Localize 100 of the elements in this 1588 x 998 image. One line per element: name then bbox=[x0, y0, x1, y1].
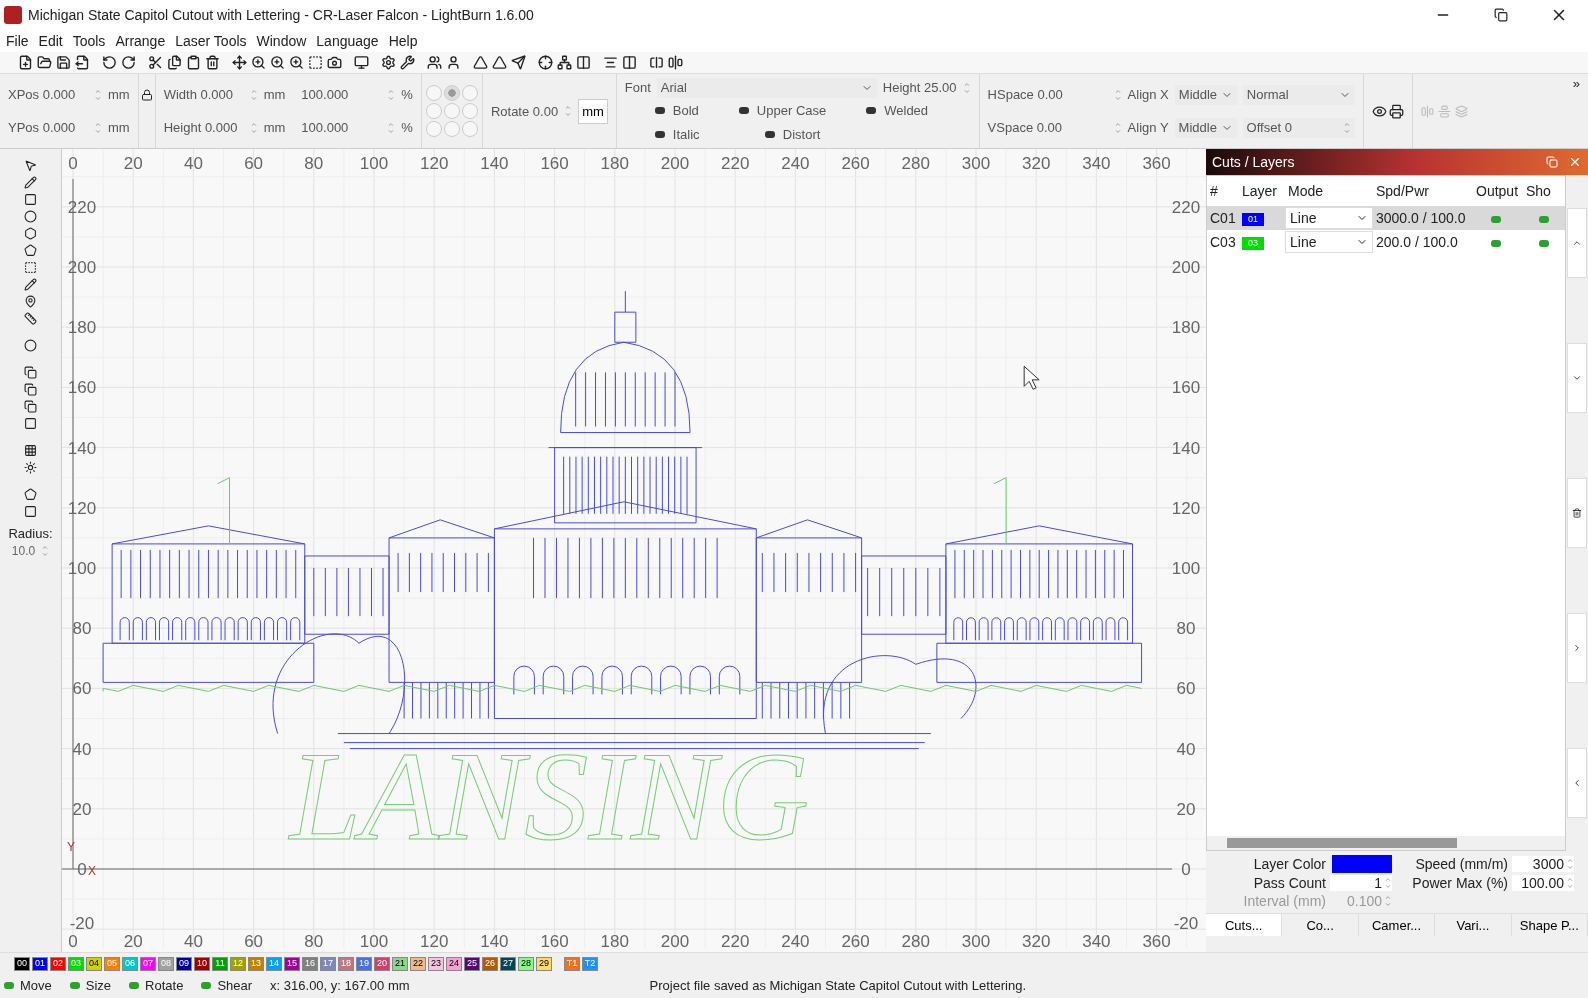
menu-item[interactable]: Language bbox=[312, 33, 385, 49]
users-icon[interactable] bbox=[427, 54, 443, 71]
open-folder-icon[interactable] bbox=[37, 54, 53, 71]
palette-swatch[interactable]: 21 bbox=[392, 956, 408, 971]
palette-swatch[interactable]: 15 bbox=[284, 956, 300, 971]
triangle-icon[interactable] bbox=[473, 54, 489, 71]
more-button[interactable]: » bbox=[1564, 74, 1588, 148]
move-icon[interactable] bbox=[232, 54, 248, 71]
pass-count-field[interactable]: 1 bbox=[1330, 875, 1392, 891]
column-header[interactable]: Mode bbox=[1285, 183, 1373, 199]
user-icon[interactable] bbox=[446, 54, 462, 71]
palette-swatch[interactable]: 02 bbox=[50, 956, 66, 971]
palette-swatch[interactable]: 09 bbox=[176, 956, 192, 971]
align-columns-icon[interactable] bbox=[622, 54, 638, 71]
toggle-switch[interactable] bbox=[738, 107, 749, 115]
lock-icon[interactable] bbox=[140, 88, 153, 101]
mode-toggle-icon[interactable] bbox=[201, 982, 212, 989]
menu-item[interactable]: Tools bbox=[68, 33, 112, 49]
palette-swatch[interactable]: 27 bbox=[500, 956, 516, 971]
column-header[interactable]: # bbox=[1207, 183, 1239, 199]
status-mode-label[interactable]: Size bbox=[85, 978, 112, 993]
camera-icon[interactable] bbox=[327, 54, 343, 71]
column-header[interactable]: Layer bbox=[1239, 183, 1285, 199]
offset-field[interactable]: Offset 0 bbox=[1242, 117, 1355, 138]
mode-dropdown[interactable]: Line bbox=[1285, 231, 1373, 253]
ruler-icon[interactable] bbox=[23, 312, 38, 326]
distribute-icon[interactable] bbox=[649, 54, 665, 71]
mode-dropdown[interactable]: Line bbox=[1285, 207, 1373, 229]
wrench-icon[interactable] bbox=[400, 54, 416, 71]
layer-color-swatch[interactable] bbox=[1332, 855, 1392, 873]
palette-swatch[interactable]: 00 bbox=[14, 956, 30, 971]
printer-icon[interactable] bbox=[1388, 103, 1404, 119]
selection-frame-icon[interactable] bbox=[308, 54, 324, 71]
zoom-icon[interactable] bbox=[270, 54, 286, 71]
mode-toggle-icon[interactable] bbox=[69, 982, 80, 989]
palette-swatch[interactable]: 28 bbox=[518, 956, 534, 971]
mode-toggle-icon[interactable] bbox=[129, 982, 140, 989]
speed-field[interactable]: 3000 bbox=[1512, 856, 1574, 872]
menu-item[interactable]: Window bbox=[252, 33, 313, 49]
status-mode-label[interactable]: Rotate bbox=[145, 978, 184, 993]
font-dropdown[interactable]: Arial bbox=[656, 77, 877, 98]
palette-swatch[interactable]: 22 bbox=[410, 956, 426, 971]
palette-swatch[interactable]: 01 bbox=[32, 956, 48, 971]
frame-icon[interactable] bbox=[23, 261, 38, 275]
columns-icon[interactable] bbox=[576, 54, 592, 71]
redo-icon[interactable] bbox=[121, 54, 137, 71]
horizontal-scrollbar[interactable] bbox=[1207, 836, 1565, 850]
output-toggle[interactable] bbox=[1491, 239, 1501, 247]
float-panel-icon[interactable] bbox=[1546, 156, 1558, 168]
column-header[interactable]: Spd/Pwr bbox=[1373, 183, 1473, 199]
pentagon-icon[interactable] bbox=[23, 244, 38, 258]
toggle-switch[interactable] bbox=[764, 130, 775, 138]
menu-item[interactable]: Arrange bbox=[111, 33, 172, 49]
palette-swatch[interactable]: 25 bbox=[464, 956, 480, 971]
align-icon[interactable] bbox=[603, 54, 619, 71]
export-icon[interactable] bbox=[75, 54, 91, 71]
align-x-dropdown[interactable]: Middle bbox=[1174, 84, 1237, 105]
map-pin-icon[interactable] bbox=[23, 295, 38, 309]
show-toggle[interactable] bbox=[1539, 215, 1549, 223]
palette-swatch[interactable]: 24 bbox=[446, 956, 462, 971]
spacing-icon[interactable] bbox=[668, 54, 684, 71]
settings-icon[interactable] bbox=[381, 54, 397, 71]
layer-row[interactable]: C01 01 Line 3000.0 / 100.0 bbox=[1207, 206, 1565, 230]
delete-button[interactable] bbox=[1567, 477, 1587, 548]
menu-item[interactable]: Help bbox=[384, 33, 424, 49]
ring-icon[interactable] bbox=[23, 339, 38, 353]
output-toggle[interactable] bbox=[1491, 215, 1501, 223]
palette-swatch[interactable]: 10 bbox=[194, 956, 210, 971]
grid-array-icon[interactable] bbox=[23, 444, 38, 458]
palette-swatch[interactable]: 26 bbox=[482, 956, 498, 971]
style-dropdown[interactable]: Normal bbox=[1242, 84, 1355, 105]
mirror-icon[interactable] bbox=[492, 54, 508, 71]
copy-icon[interactable] bbox=[167, 54, 183, 71]
toggle-switch[interactable] bbox=[866, 107, 877, 115]
save-icon[interactable] bbox=[56, 54, 72, 71]
palette-swatch[interactable]: 29 bbox=[536, 956, 552, 971]
menu-item[interactable]: Edit bbox=[34, 33, 69, 49]
palette-swatch[interactable]: 19 bbox=[356, 956, 372, 971]
zoom-in-icon[interactable] bbox=[251, 54, 267, 71]
select-pointer-icon[interactable] bbox=[23, 159, 38, 173]
new-file-icon[interactable] bbox=[18, 54, 34, 71]
cut-icon[interactable] bbox=[148, 54, 164, 71]
toggle-switch[interactable] bbox=[654, 107, 665, 115]
palette-swatch[interactable]: 16 bbox=[302, 956, 318, 971]
palette-swatch[interactable]: 23 bbox=[428, 956, 444, 971]
paste-icon[interactable] bbox=[186, 54, 202, 71]
send-icon[interactable] bbox=[511, 54, 527, 71]
eye-icon[interactable] bbox=[1371, 103, 1387, 119]
palette-swatch[interactable]: 04 bbox=[86, 956, 102, 971]
panel-tab[interactable]: Cuts... bbox=[1206, 914, 1283, 936]
undo-icon[interactable] bbox=[102, 54, 118, 71]
radius-value[interactable]: 10.0 bbox=[11, 544, 36, 558]
rectangle-icon[interactable] bbox=[23, 193, 38, 207]
power-max-field[interactable]: 100.00 bbox=[1512, 875, 1574, 891]
monitor-icon[interactable] bbox=[354, 54, 370, 71]
column-header[interactable]: Output bbox=[1473, 183, 1523, 199]
show-toggle[interactable] bbox=[1539, 239, 1549, 247]
delete-icon[interactable] bbox=[205, 54, 221, 71]
palette-swatch[interactable]: 20 bbox=[374, 956, 390, 971]
unit-button[interactable]: mm bbox=[578, 98, 608, 124]
